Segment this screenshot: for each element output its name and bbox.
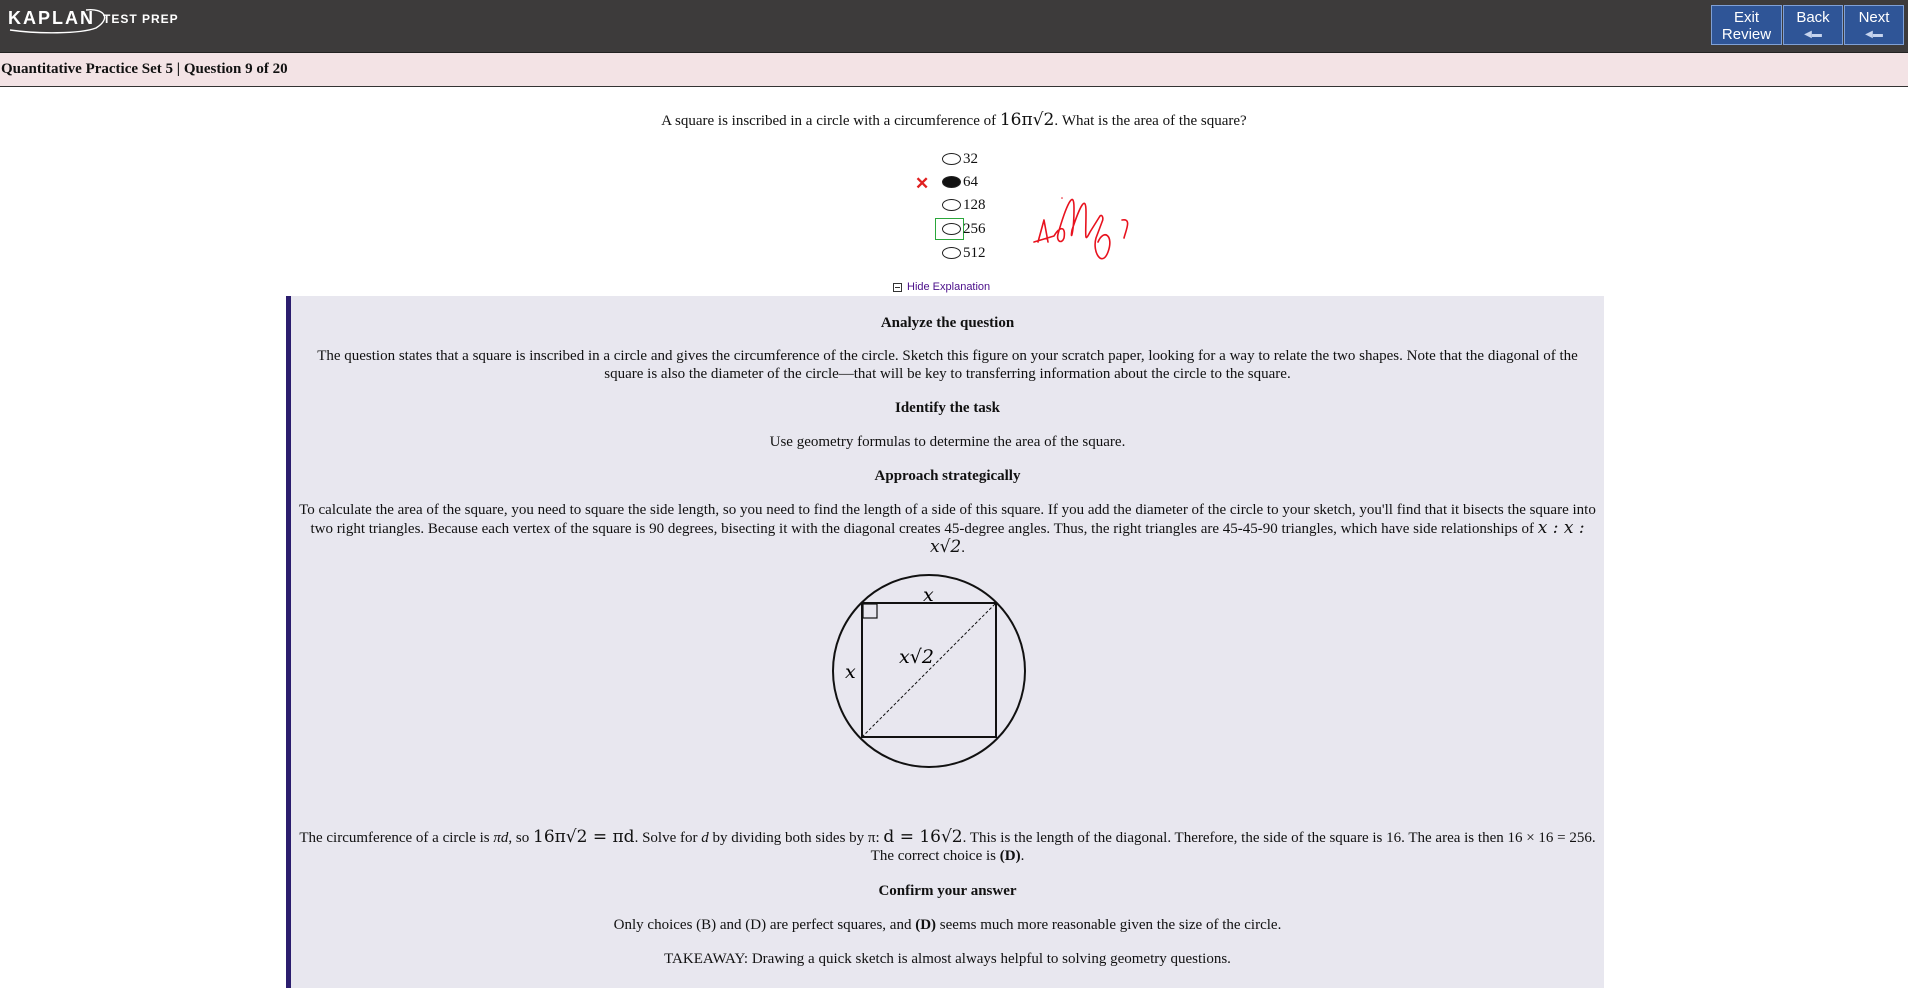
exit-review-label-line2: Review: [1721, 26, 1772, 43]
back-arrow-icon: ◀▬: [1804, 29, 1822, 40]
p5-answer-d: (D): [915, 917, 937, 933]
p4-equation-2: d = 16√2: [883, 827, 963, 847]
figure-label-top: x: [923, 584, 934, 606]
section-heading-analyze: Analyze the question: [880, 315, 1015, 331]
exit-review-button[interactable]: Exit Review: [1711, 5, 1782, 45]
right-angle-marker: [862, 603, 878, 619]
answer-choice-a[interactable]: 32: [942, 149, 978, 169]
choice-label: 64: [963, 173, 978, 190]
explanation-paragraph-4: The circumference of a circle is πd, so …: [295, 828, 1600, 865]
logo-swoosh-icon: [9, 9, 106, 34]
hide-explanation-label: Hide Explanation: [907, 281, 991, 293]
choice-label: 256: [963, 220, 986, 237]
explanation-paragraph-3: To calculate the area of the square, you…: [299, 502, 1596, 557]
p5-text-a: Only choices (B) and (D) are perfect squ…: [613, 917, 916, 933]
choice-label: 128: [963, 196, 986, 213]
question-stem: A square is inscribed in a circle with a…: [0, 110, 1908, 130]
handwritten-scribble: [1033, 197, 1129, 260]
inscribed-square-figure: x x x√2: [832, 574, 1026, 768]
radio-button[interactable]: [942, 199, 961, 211]
takeaway-paragraph: TAKEAWAY: Drawing a quick sketch is almo…: [664, 951, 1231, 967]
p4-equation-1: 16π√2 = πd: [533, 827, 635, 847]
explanation-panel: Analyze the question The question states…: [286, 296, 1604, 988]
radio-button[interactable]: [942, 223, 961, 235]
question-text-start: A square is inscribed in a circle with a…: [661, 113, 997, 129]
explanation-paragraph-2: Use geometry formulas to determine the a…: [769, 434, 1126, 450]
exit-review-label-line1: Exit: [1733, 9, 1759, 26]
diagonal-line: [861, 602, 997, 738]
explanation-paragraph-5: Only choices (B) and (D) are perfect squ…: [291, 916, 1604, 934]
paragraph-3-text: To calculate the area of the square, you…: [299, 502, 1596, 537]
next-arrow-icon: ◀▬: [1865, 29, 1883, 40]
p4-text-a: The circumference of a circle is: [299, 830, 494, 846]
next-label: Next: [1858, 9, 1890, 26]
kaplan-logo: KAPLAN TEST PREP: [8, 8, 179, 34]
figure-label-left: x: [845, 661, 856, 683]
p4-variable-d: d: [701, 830, 709, 846]
incorrect-mark-icon: ✕: [915, 174, 930, 193]
collapse-icon: [893, 282, 902, 292]
radio-button[interactable]: [942, 153, 961, 165]
section-heading-identify: Identify the task: [894, 400, 1000, 416]
p4-text-b: , so: [508, 830, 533, 846]
explanation-paragraph-1: The question states that a square is ins…: [317, 348, 1578, 382]
p4-pi-d: πd: [493, 830, 509, 846]
question-math: 16π√2: [999, 110, 1055, 130]
choice-label: 512: [963, 244, 986, 261]
next-button[interactable]: Next ◀▬: [1844, 5, 1904, 45]
radio-button-selected[interactable]: [942, 176, 961, 188]
section-heading-confirm: Confirm your answer: [878, 883, 1017, 899]
p4-text-e: by dividing both sides by π:: [708, 830, 884, 846]
answer-choice-e[interactable]: 512: [942, 243, 986, 263]
choice-label: 32: [963, 150, 978, 167]
p5-text-c: seems much more reasonable given the siz…: [936, 917, 1282, 933]
section-heading-approach: Approach strategically: [874, 468, 1021, 484]
back-button[interactable]: Back ◀▬: [1783, 5, 1843, 45]
top-bar: KAPLAN TEST PREP Exit Review Back ◀▬ Nex…: [0, 0, 1908, 53]
radio-button[interactable]: [942, 247, 961, 259]
question-set-title: Quantitative Practice Set 5 | Question 9…: [1, 61, 288, 77]
answer-choice-d[interactable]: 256: [942, 219, 986, 239]
answer-choice-c[interactable]: 128: [942, 195, 986, 215]
back-label: Back: [1796, 9, 1830, 26]
p4-text-c: . Solve for: [634, 830, 702, 846]
figure-label-diagonal: x√2: [899, 646, 934, 668]
question-text-end: . What is the area of the square?: [1054, 113, 1247, 129]
question-header-bar: Quantitative Practice Set 5 | Question 9…: [0, 53, 1908, 87]
p4-text-h: .: [1020, 848, 1025, 864]
answer-choice-b[interactable]: 64: [942, 172, 978, 192]
hide-explanation-toggle[interactable]: Hide Explanation: [893, 281, 990, 293]
p4-answer-d: (D): [999, 848, 1021, 864]
p4-text-f: . This is the length of the diagonal. Th…: [870, 830, 1596, 864]
